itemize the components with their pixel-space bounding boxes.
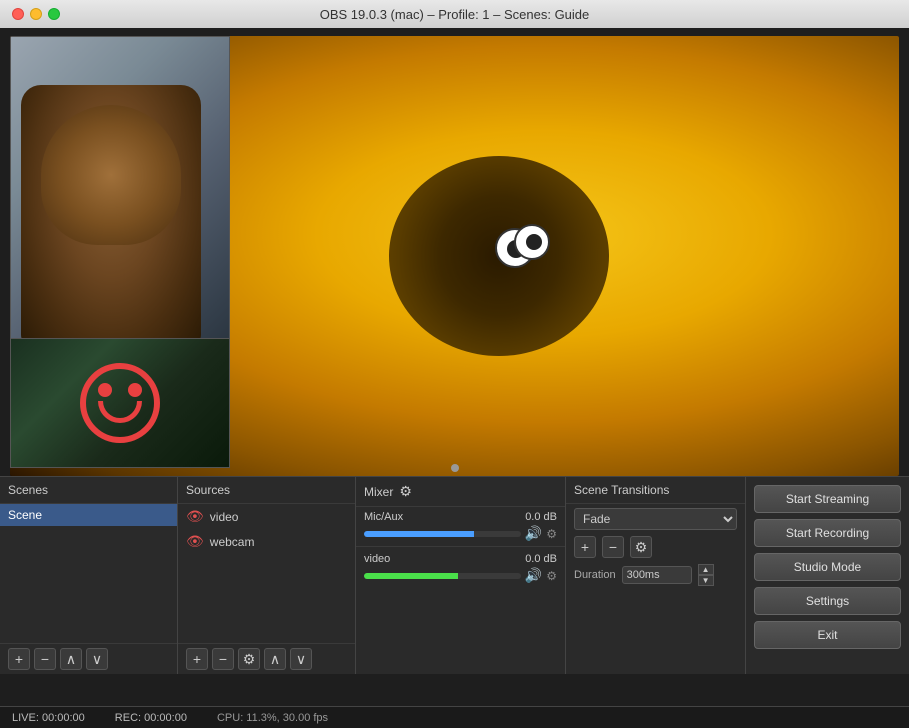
rec-time: 00:00:00 (144, 712, 187, 724)
scenes-remove-button[interactable]: − (34, 648, 56, 670)
sources-settings-button[interactable]: ⚙ (238, 648, 260, 670)
transitions-remove-button[interactable]: − (602, 536, 624, 558)
mixer-panel: Mixer ⚙ Mic/Aux 0.0 dB 🔊 ⚙ (356, 477, 566, 674)
close-button[interactable] (12, 8, 24, 20)
visibility-icon-0: 👁 (186, 508, 204, 525)
source-name-1: webcam (210, 535, 255, 549)
mixer-divider (356, 546, 565, 547)
sources-header: Sources (178, 477, 355, 504)
mute-button-1[interactable]: 🔊 (525, 567, 542, 584)
traffic-lights (12, 8, 60, 20)
source-item-0[interactable]: 👁 video (178, 504, 355, 529)
track-settings-0[interactable]: ⚙ (546, 527, 557, 541)
duration-decrement[interactable]: ▼ (698, 575, 714, 586)
source-item-1[interactable]: 👁 webcam (178, 529, 355, 554)
scenes-content: Scene (0, 504, 177, 643)
transitions-label: Scene Transitions (574, 483, 669, 497)
smiley-face (80, 363, 160, 443)
pip-overlay-top (10, 36, 230, 346)
live-status: LIVE: 00:00:00 (12, 712, 85, 724)
mixer-header: Mixer ⚙ (356, 477, 565, 507)
live-label: LIVE: (12, 712, 39, 724)
scenes-add-button[interactable]: + (8, 648, 30, 670)
transitions-panel: Scene Transitions Fade Cut Swipe Slide +… (566, 477, 746, 674)
sources-down-button[interactable]: ∨ (290, 648, 312, 670)
mixer-track-0: Mic/Aux 0.0 dB 🔊 ⚙ (356, 507, 565, 544)
track-name-0: Mic/Aux (364, 511, 403, 523)
status-bar: LIVE: 00:00:00 REC: 00:00:00 CPU: 11.3%,… (0, 706, 909, 728)
title-bar: OBS 19.0.3 (mac) – Profile: 1 – Scenes: … (0, 0, 909, 28)
googly-eye-right (514, 224, 550, 260)
exit-button[interactable]: Exit (754, 621, 901, 649)
studio-mode-button[interactable]: Studio Mode (754, 553, 901, 581)
duration-increment[interactable]: ▲ (698, 564, 714, 575)
sources-toolbar: + − ⚙ ∧ ∨ (178, 643, 355, 674)
scenes-header: Scenes (0, 477, 177, 504)
mixer-settings-icon[interactable]: ⚙ (399, 483, 412, 500)
pip-character-face (41, 105, 181, 245)
bottom-panels: Scenes Scene + − ∧ ∨ Sources 👁 video 👁 w… (0, 476, 909, 674)
volume-slider-bar-0 (364, 531, 521, 537)
sources-up-button[interactable]: ∧ (264, 648, 286, 670)
visibility-icon-1: 👁 (186, 533, 204, 550)
scenes-up-button[interactable]: ∧ (60, 648, 82, 670)
sources-add-button[interactable]: + (186, 648, 208, 670)
rec-status: REC: 00:00:00 (115, 712, 187, 724)
minimize-button[interactable] (30, 8, 42, 20)
sources-label: Sources (186, 483, 230, 497)
preview-indicator (451, 464, 459, 472)
maximize-button[interactable] (48, 8, 60, 20)
scenes-down-button[interactable]: ∨ (86, 648, 108, 670)
scenes-label: Scenes (8, 483, 48, 497)
start-recording-button[interactable]: Start Recording (754, 519, 901, 547)
transitions-settings-button[interactable]: ⚙ (630, 536, 652, 558)
mixer-content: Mic/Aux 0.0 dB 🔊 ⚙ video 0.0 dB (356, 507, 565, 674)
cpu-status: CPU: 11.3%, 30.00 fps (217, 712, 328, 724)
mute-button-0[interactable]: 🔊 (525, 525, 542, 542)
transitions-add-button[interactable]: + (574, 536, 596, 558)
duration-stepper: ▲ ▼ (698, 564, 714, 586)
controls-panel: Start Streaming Start Recording Studio M… (746, 477, 909, 674)
live-time: 00:00:00 (42, 712, 85, 724)
sources-panel: Sources 👁 video 👁 webcam + − ⚙ ∧ ∨ (178, 477, 356, 674)
start-streaming-button[interactable]: Start Streaming (754, 485, 901, 513)
scenes-toolbar: + − ∧ ∨ (0, 643, 177, 674)
pip-overlay-bottom (10, 338, 230, 468)
scenes-panel: Scenes Scene + − ∧ ∨ (0, 477, 178, 674)
sunflower-center (389, 156, 609, 356)
preview-area (10, 36, 899, 476)
track-settings-1[interactable]: ⚙ (546, 569, 557, 583)
sources-content: 👁 video 👁 webcam (178, 504, 355, 643)
duration-label: Duration (574, 569, 616, 581)
volume-slider-bar-1 (364, 573, 521, 579)
rec-label: REC: (115, 712, 141, 724)
track-db-0: 0.0 dB (525, 511, 557, 523)
volume-slider-0[interactable] (364, 526, 521, 542)
volume-slider-1[interactable] (364, 568, 521, 584)
track-db-1: 0.0 dB (525, 553, 557, 565)
pip-character (21, 85, 201, 345)
window-title: OBS 19.0.3 (mac) – Profile: 1 – Scenes: … (320, 7, 590, 22)
scene-item-0[interactable]: Scene (0, 504, 177, 526)
track-name-1: video (364, 553, 390, 565)
transitions-select[interactable]: Fade Cut Swipe Slide (574, 508, 737, 530)
settings-button[interactable]: Settings (754, 587, 901, 615)
transitions-header: Scene Transitions (566, 477, 745, 504)
source-name-0: video (210, 510, 239, 524)
duration-input[interactable] (622, 566, 692, 584)
mixer-track-1: video 0.0 dB 🔊 ⚙ (356, 549, 565, 586)
smiley-mouth (98, 401, 142, 423)
mixer-label: Mixer (364, 485, 393, 499)
sources-remove-button[interactable]: − (212, 648, 234, 670)
